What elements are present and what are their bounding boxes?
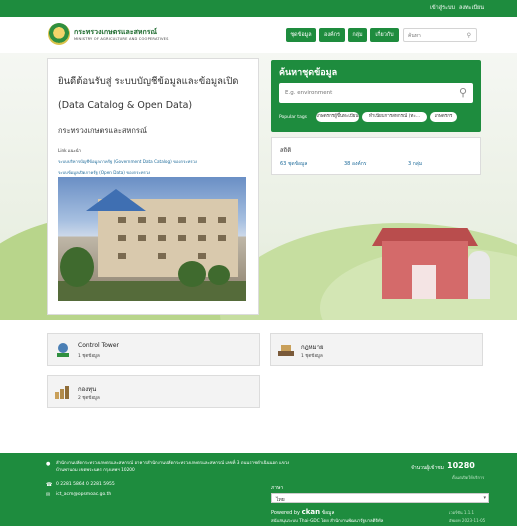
nav-about[interactable]: เกี่ยวกับ [370,28,399,42]
group-count: 1 ชุดข้อมูล [301,354,323,359]
top-bar: เข้าสู่ระบบ ลงทะเบียน [0,0,517,17]
open-data-link[interactable]: ระบบข้อมูลเปิดภาครัฐ (Open Data) ของกระท… [58,169,150,176]
group-card-fund[interactable]: กองทุน 2 ชุดข้อมูล [47,375,260,408]
group-name[interactable]: Control Tower [78,342,119,349]
footer-address: สำนักงานปลัดกระทรวงเกษตรและสหกรณ์ อาคารส… [56,461,290,473]
language-value: ไทย [276,497,285,503]
popular-tag[interactable]: เกษตรกร [430,112,457,122]
photo-window [198,253,206,259]
catalog-link[interactable]: ระบบบริหารบัญชีข้อมูลภาครัฐ (Government … [58,158,197,165]
nav-datasets[interactable]: ชุดข้อมูล [286,28,316,42]
site-footer: ● สำนักงานปลัดกระทรวงเกษตรและสหกรณ์ อาคา… [0,453,517,526]
location-pin-icon: ● [46,461,51,467]
nav-organizations[interactable]: องค์กร [319,28,345,42]
popular-tags-label: Popular tags [279,115,308,120]
visitor-subtitle: ตั้งแต่เปิดให้บริการ [452,475,485,480]
barn-door-decoration [412,265,436,299]
photo-window [118,235,126,241]
dataset-search-card: ค้นหาชุดข้อมูล ⚲ Popular tags เกษตรกรผู้… [271,60,481,132]
dataset-search-input[interactable] [285,88,445,98]
photo-window [178,217,186,223]
photo-window [138,235,146,241]
header-search: ⚲ [403,28,477,42]
welcome-title: ยินดีต้อนรับสู่ ระบบบัญชีข้อมูลและข้อมูล… [58,76,239,87]
register-link[interactable]: ลงทะเบียน [459,4,484,12]
photo-window [158,217,166,223]
search-icon[interactable]: ⚲ [467,32,471,39]
photo-window [178,235,186,241]
photo-window [218,235,226,241]
stat-groups[interactable]: 3 กลุ่ม [408,160,422,168]
ministry-logo-icon[interactable] [48,23,70,45]
group-name[interactable]: กฎหมาย [301,342,323,352]
stat-datasets[interactable]: 63 ชุดข้อมูล [280,160,307,168]
photo-window [198,217,206,223]
group-name[interactable]: กองทุน [78,384,96,394]
ministry-building-photo [58,177,246,301]
photo-window [118,253,126,259]
version-text: เวอร์ชัน 1.1.1 [449,510,475,515]
search-card-title: ค้นหาชุดข้อมูล [279,68,338,78]
update-date: อัพเดท 2023-11-05 [449,518,486,523]
ckan-logo[interactable]: ckan [302,508,321,516]
language-label: ภาษา [271,485,284,491]
control-tower-icon [57,343,69,357]
welcome-card: ยินดีต้อนรับสู่ ระบบบัญชีข้อมูลและข้อมูล… [47,58,259,315]
phone-icon: ☎ [46,482,53,488]
dataset-search-box: ⚲ [279,83,473,103]
stats-title: สถิติ [280,147,292,154]
group-count: 1 ชุดข้อมูล [78,354,100,359]
login-link[interactable]: เข้าสู่ระบบ [430,4,455,12]
photo-window [158,235,166,241]
welcome-org: กระทรวงเกษตรและสหกรณ์ [58,126,147,135]
powered-by-label: Powered by [271,510,300,516]
group-card-control-tower[interactable]: Control Tower 1 ชุดข้อมูล [47,333,260,366]
popular-tag[interactable]: เกษตรกรผู้ขึ้นทะเบียน [316,112,359,122]
photo-tree [178,261,206,287]
law-icon [278,345,294,356]
fund-icon [55,386,69,399]
stat-organizations[interactable]: 38 องค์กร [344,160,366,168]
popular-tag[interactable]: ทำเนียบการสหกรณ์ (ทะ... [362,112,427,122]
hero-section: ยินดีต้อนรับสู่ ระบบบัญชีข้อมูลและข้อมูล… [0,53,517,320]
search-icon[interactable]: ⚲ [459,86,467,99]
nav-groups[interactable]: กลุ่ม [348,28,367,42]
chevron-down-icon: ▾ [483,495,486,501]
silo-decoration [468,251,490,299]
footer-phone: 0 2281 5864 0 2281 5955 [56,482,115,487]
photo-window [158,253,166,259]
group-card-law[interactable]: กฎหมาย 1 ชุดข้อมูล [270,333,483,366]
welcome-subtitle: (Data Catalog & Open Data) [58,100,193,111]
site-header: กระทรวงเกษตรและสหกรณ์ MINISTRY OF AGRICU… [0,17,517,53]
photo-window [138,217,146,223]
recommended-links-label: Link แนะนำ [58,148,81,153]
logo-subtitle: MINISTRY OF AGRICULTURE AND COOPERATIVES [74,37,169,41]
photo-window [198,235,206,241]
photo-window [218,217,226,223]
powered-by: Powered by ckan ข้อมูล [271,508,334,517]
photo-tree [60,247,94,287]
footer-email[interactable]: ict_acm@opsmoac.go.th [56,492,111,497]
email-icon: ✉ [46,492,51,498]
group-count: 2 ชุดข้อมูล [78,396,100,401]
photo-tree [208,265,230,285]
visitor-count: 10280 [447,461,475,470]
language-select[interactable]: ไทย ▾ [271,493,489,503]
visitor-label: จำนวนผู้เข้าชม [411,465,444,471]
photo-window [118,217,126,223]
stats-card: สถิติ 63 ชุดข้อมูล 38 องค์กร 3 กลุ่ม [271,137,481,175]
support-text: สนับสนุนระบบ Thai-GDC โดย สำนักงานพัฒนาร… [271,519,384,524]
header-search-input[interactable] [408,31,464,40]
powered-by-demo: ข้อมูล [321,510,335,516]
